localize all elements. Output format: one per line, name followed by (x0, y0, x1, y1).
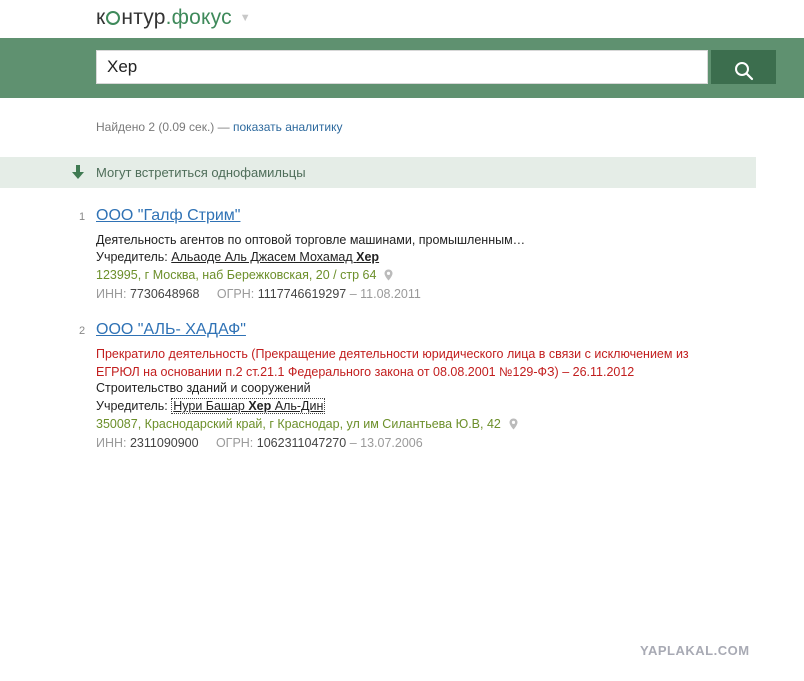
founder-name-rest: Аль-Дин (271, 399, 324, 413)
logo-cloud-icon (106, 11, 121, 25)
founder-line: Учредитель: Альаоде Аль Джасем Мохамад Х… (96, 250, 379, 264)
watermark: YAPLAKAL.COM (640, 643, 750, 658)
founder-name: Альаоде Аль Джасем Мохамад (171, 250, 357, 264)
founder-link[interactable]: Нури Башар Хер Аль-Дин (171, 398, 326, 414)
address-text: 123995, г Москва, наб Бережковская, 20 /… (96, 268, 377, 282)
ogrn-value: 1062311047270 (256, 436, 347, 450)
logo-text-focus: фокус (171, 6, 232, 29)
ogrn-value: 1117746619297 (257, 287, 347, 301)
inn-value: 7730648968 (129, 287, 200, 301)
founder-line: Учредитель: Нури Башар Хер Аль-Дин (96, 398, 326, 414)
company-title-link[interactable]: ООО "Галф Стрим" (96, 207, 240, 225)
registration-date: – 13.07.2006 (346, 436, 423, 450)
registry-line: ИНН: 7730648968 ОГРН: 1117746619297 – 11… (96, 287, 421, 301)
address-text: 350087, Краснодарский край, г Краснодар,… (96, 417, 501, 431)
namesakes-notice[interactable]: Могут встретиться однофамильцы (0, 157, 756, 188)
search-button[interactable] (711, 50, 776, 84)
kontur-focus-logo[interactable]: к нтур.фокус ▼ (96, 6, 251, 30)
search-input[interactable] (96, 50, 708, 84)
inn-value: 2311090900 (129, 436, 199, 450)
address-line: 350087, Краснодарский край, г Краснодар,… (96, 417, 518, 431)
map-pin-icon (384, 269, 393, 281)
results-count: Найдено 2 (0.09 сек.) — показать аналити… (96, 120, 342, 134)
arrow-down-icon (72, 165, 84, 179)
inn-label: ИНН: (96, 436, 130, 450)
founder-label: Учредитель: (96, 250, 172, 264)
founder-link[interactable]: Альаоде Аль Джасем Мохамад Хер (171, 250, 379, 264)
search-icon (734, 61, 753, 80)
notice-text: Могут встретиться однофамильцы (96, 165, 306, 180)
map-pin-icon (509, 418, 518, 430)
logo-text-ntur: нтур (121, 6, 166, 29)
result-number: 2 (79, 325, 86, 337)
address-line: 123995, г Москва, наб Бережковская, 20 /… (96, 268, 393, 282)
founder-highlight: Хер (248, 399, 272, 413)
founder-label: Учредитель: (96, 399, 172, 413)
registry-line: ИНН: 2311090900 ОГРН: 1062311047270 – 13… (96, 436, 423, 450)
top-bar: к нтур.фокус ▼ (0, 0, 804, 38)
chevron-down-icon[interactable]: ▼ (240, 12, 251, 24)
logo-text-k: к (96, 6, 106, 29)
company-title-link[interactable]: ООО "АЛЬ- ХАДАФ" (96, 321, 246, 339)
registration-date: – 11.08.2011 (346, 287, 421, 301)
founder-highlight: Хер (356, 250, 380, 264)
ogrn-label: ОГРН: (216, 287, 258, 301)
status-terminated: Прекратило деятельность (Прекращение дея… (96, 347, 689, 379)
activity-text: Строительство зданий и сооружений (96, 381, 311, 395)
result-number: 1 (79, 211, 86, 223)
found-text: Найдено 2 (0.09 сек.) — (96, 120, 233, 134)
show-analytics-link[interactable]: показать аналитику (233, 120, 342, 134)
activity-text: Деятельность агентов по оптовой торговле… (96, 233, 526, 247)
ogrn-label: ОГРН: (215, 436, 257, 450)
inn-label: ИНН: (96, 287, 130, 301)
founder-name: Нури Башар (173, 399, 249, 413)
